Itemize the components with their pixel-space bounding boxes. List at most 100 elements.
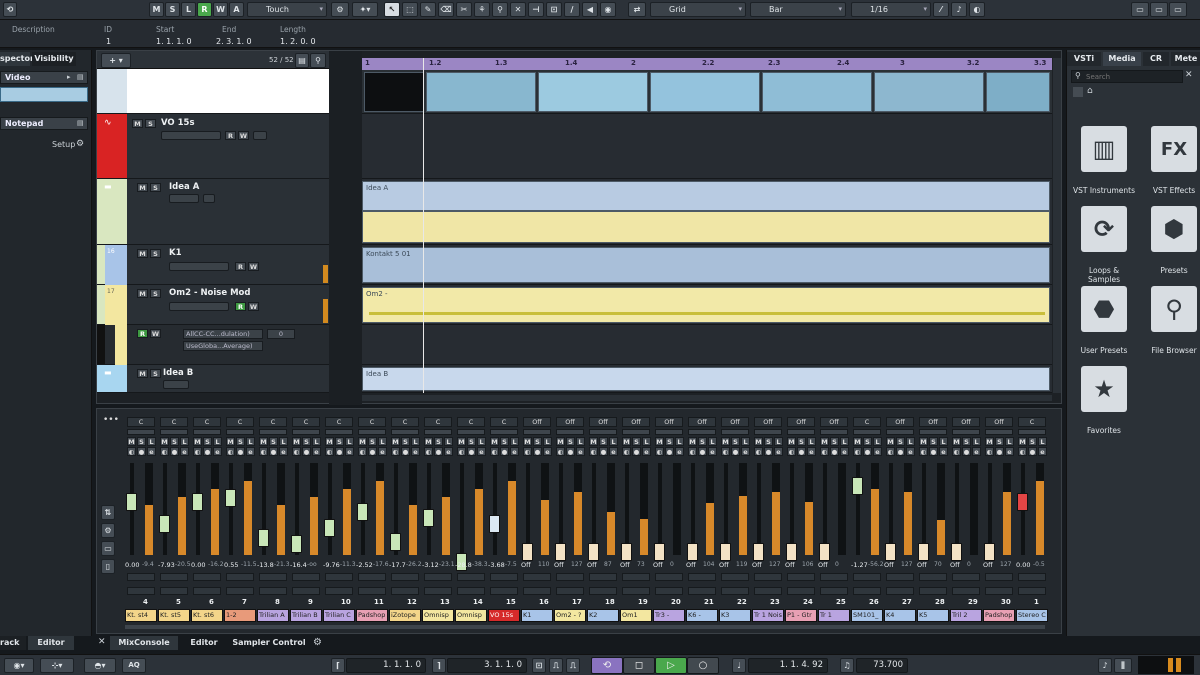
punch-button[interactable]: ⊹▾ bbox=[40, 658, 74, 673]
glue-tool-icon[interactable]: ⚘ bbox=[474, 2, 490, 17]
pan-slider[interactable] bbox=[919, 429, 947, 435]
fader-value[interactable]: -1.27 bbox=[851, 561, 868, 569]
fader-value[interactable]: -16.4 bbox=[290, 561, 307, 569]
edit-button[interactable]: e bbox=[213, 447, 222, 456]
channel-name[interactable]: Stereo C bbox=[1016, 609, 1048, 622]
solo-button[interactable]: S bbox=[150, 289, 161, 298]
channel-link-controls[interactable] bbox=[325, 587, 353, 595]
edit-button[interactable]: e bbox=[180, 447, 189, 456]
pencil-tool-icon[interactable]: ✎ bbox=[420, 2, 436, 17]
channel-name[interactable]: Omnisp bbox=[422, 609, 454, 622]
meter-icon[interactable]: ⫼ bbox=[1114, 658, 1132, 673]
edit-button[interactable]: e bbox=[576, 447, 585, 456]
record-enable-button[interactable]: ● bbox=[170, 447, 179, 456]
listen-button[interactable]: L bbox=[312, 437, 321, 446]
listen-button[interactable]: L bbox=[477, 437, 486, 446]
channel-name[interactable]: iZotope bbox=[389, 609, 421, 622]
fader-value[interactable]: Off bbox=[950, 561, 960, 569]
search-input[interactable] bbox=[1086, 72, 1180, 82]
mute-button[interactable]: M bbox=[226, 437, 235, 446]
channel-controls[interactable] bbox=[820, 573, 848, 581]
channel-pan-off[interactable]: Off bbox=[688, 417, 716, 427]
track-controls[interactable] bbox=[163, 380, 189, 389]
mode-button-r[interactable]: R bbox=[197, 2, 212, 17]
channel-pan-off[interactable]: Off bbox=[952, 417, 980, 427]
track-controls[interactable] bbox=[169, 302, 229, 311]
gear-icon[interactable]: ⚙ bbox=[313, 637, 322, 648]
video-thumbnail[interactable] bbox=[426, 72, 536, 112]
channel-pan-off[interactable]: Off bbox=[754, 417, 782, 427]
folder-part-idea-b[interactable]: Idea B bbox=[362, 367, 1050, 391]
mute-button[interactable]: M bbox=[137, 369, 148, 378]
channel-controls[interactable] bbox=[754, 573, 782, 581]
snap-toggle-button[interactable]: ⇄ bbox=[628, 2, 646, 17]
inspector-setup-label[interactable]: Setup bbox=[52, 140, 75, 149]
record-enable-button[interactable]: ● bbox=[731, 447, 740, 456]
mute-button[interactable]: M bbox=[132, 119, 143, 128]
listen-button[interactable]: L bbox=[576, 437, 585, 446]
solo-button[interactable]: S bbox=[1028, 437, 1037, 446]
fader-handle[interactable] bbox=[687, 543, 698, 561]
channel-link-controls[interactable] bbox=[688, 587, 716, 595]
fader-handle[interactable] bbox=[951, 543, 962, 561]
show-left-zone-button[interactable]: ▭ bbox=[1131, 2, 1149, 17]
edit-button[interactable]: e bbox=[939, 447, 948, 456]
channel-name[interactable]: K3 bbox=[719, 609, 751, 622]
channel-pan[interactable]: C bbox=[424, 417, 452, 427]
edit-button[interactable]: e bbox=[510, 447, 519, 456]
record-enable-button[interactable]: ● bbox=[236, 447, 245, 456]
info-id-value[interactable]: 1 bbox=[106, 37, 111, 46]
channel-pan-off[interactable]: Off bbox=[622, 417, 650, 427]
fader-value[interactable]: Off bbox=[917, 561, 927, 569]
cycle-button[interactable]: ⟲ bbox=[591, 657, 623, 674]
edit-button[interactable]: e bbox=[774, 447, 783, 456]
channel-controls[interactable] bbox=[523, 573, 551, 581]
channel-link-controls[interactable] bbox=[259, 587, 287, 595]
mute-button[interactable]: M bbox=[556, 437, 565, 446]
home-icon[interactable]: ⌂ bbox=[1087, 86, 1093, 96]
monitor-button[interactable]: ◐ bbox=[853, 447, 862, 456]
clear-search-icon[interactable]: ✕ bbox=[1185, 70, 1193, 80]
mute-button[interactable]: M bbox=[589, 437, 598, 446]
edit-button[interactable]: e bbox=[609, 447, 618, 456]
fader-handle[interactable] bbox=[720, 543, 731, 561]
channel-name[interactable]: Tr3 - bbox=[653, 609, 685, 622]
write-automation-button[interactable]: W bbox=[238, 131, 249, 140]
edit-button[interactable]: e bbox=[642, 447, 651, 456]
channel-name[interactable]: K1 bbox=[521, 609, 553, 622]
channel-pan-off[interactable]: Off bbox=[721, 417, 749, 427]
track-filter-icon[interactable]: ▤ bbox=[295, 53, 309, 68]
channel-name[interactable]: 1-2 bbox=[224, 609, 256, 622]
mute-button[interactable]: M bbox=[886, 437, 895, 446]
monitor-button[interactable]: ◐ bbox=[259, 447, 268, 456]
screen-icon[interactable]: ▭ bbox=[101, 541, 115, 556]
solo-button[interactable]: S bbox=[995, 437, 1004, 446]
media-tile-user-hexagon[interactable]: ⬣ bbox=[1081, 286, 1127, 332]
listen-button[interactable]: L bbox=[675, 437, 684, 446]
listen-button[interactable]: L bbox=[840, 437, 849, 446]
mute-button[interactable]: M bbox=[490, 437, 499, 446]
listen-button[interactable]: L bbox=[180, 437, 189, 446]
edit-button[interactable]: e bbox=[345, 447, 354, 456]
channel-name[interactable]: P1 - Gtr bbox=[785, 609, 817, 622]
channel-link-controls[interactable] bbox=[754, 587, 782, 595]
edit-button[interactable]: e bbox=[279, 447, 288, 456]
mute-button[interactable]: M bbox=[325, 437, 334, 446]
automation-parameter-select[interactable]: AllCC-CC...dulation) bbox=[183, 329, 263, 339]
record-enable-button[interactable]: ● bbox=[269, 447, 278, 456]
pan-slider[interactable] bbox=[1018, 429, 1046, 435]
folder-part-idea-a[interactable]: Idea A bbox=[362, 181, 1050, 211]
edit-button[interactable]: e bbox=[378, 447, 387, 456]
mute-button[interactable]: M bbox=[787, 437, 796, 446]
channel-name[interactable]: Tr 1 Nois bbox=[752, 609, 784, 622]
edit-button[interactable]: e bbox=[873, 447, 882, 456]
info-end-value[interactable]: 2. 3. 1. 0 bbox=[216, 37, 252, 46]
right-locator-field[interactable]: 3. 1. 1. 0 bbox=[447, 658, 527, 673]
solo-button[interactable]: S bbox=[764, 437, 773, 446]
record-enable-button[interactable]: ● bbox=[566, 447, 575, 456]
tab-editor-left[interactable]: Editor bbox=[28, 636, 74, 650]
solo-button[interactable]: S bbox=[896, 437, 905, 446]
mute-button[interactable]: M bbox=[622, 437, 631, 446]
metronome-icon[interactable]: ♩ bbox=[732, 658, 746, 673]
track-name[interactable]: Idea B bbox=[163, 368, 193, 378]
